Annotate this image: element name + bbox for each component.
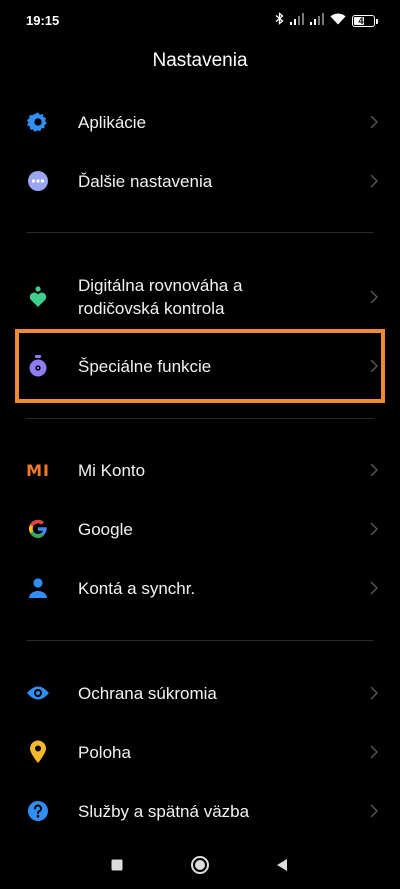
chevron-right-icon bbox=[370, 290, 378, 304]
battery-icon: 48 bbox=[352, 15, 375, 27]
wellbeing-label-line1: Digitálna rovnováha a bbox=[78, 276, 243, 295]
settings-item-apps[interactable]: Aplikácie bbox=[0, 100, 400, 144]
chevron-right-icon bbox=[370, 522, 378, 536]
settings-item-label: Aplikácie bbox=[78, 112, 147, 132]
settings-item-label: Kontá a synchr. bbox=[78, 578, 196, 598]
settings-item-label: Ochrana súkromia bbox=[78, 683, 217, 703]
status-bar: 19:15 48 bbox=[0, 0, 400, 40]
more-dots-icon bbox=[26, 169, 50, 193]
back-button[interactable] bbox=[272, 855, 292, 875]
battery-level: 48 bbox=[358, 16, 369, 26]
eye-icon bbox=[26, 681, 50, 705]
bluetooth-icon bbox=[275, 12, 284, 30]
settings-item-location[interactable]: Poloha bbox=[0, 730, 400, 774]
settings-item-label: Google bbox=[78, 519, 133, 539]
settings-item-more-settings[interactable]: Ďalšie nastavenia bbox=[0, 159, 400, 203]
settings-item-feedback[interactable]: Služby a spätná väzba bbox=[0, 789, 400, 833]
location-pin-icon bbox=[26, 740, 50, 764]
recents-button[interactable] bbox=[107, 855, 127, 875]
wellbeing-icon bbox=[26, 285, 50, 309]
wellbeing-label-line2: rodičovská kontrola bbox=[78, 299, 225, 318]
chevron-right-icon bbox=[370, 463, 378, 477]
home-icon bbox=[191, 856, 209, 874]
section-divider bbox=[26, 232, 374, 233]
signal-icon bbox=[310, 12, 324, 30]
wifi-icon bbox=[330, 12, 346, 30]
chevron-right-icon bbox=[370, 174, 378, 188]
settings-item-google[interactable]: Google bbox=[0, 507, 400, 551]
back-triangle-icon bbox=[277, 859, 287, 871]
settings-item-accessibility[interactable]: Špeciálne funkcie bbox=[0, 344, 400, 388]
settings-item-label: Digitálna rovnováha a rodičovská kontrol… bbox=[78, 274, 360, 320]
section-divider bbox=[26, 640, 374, 641]
settings-item-label: Ďalšie nastavenia bbox=[78, 171, 213, 191]
mi-logo-icon: MI bbox=[26, 458, 50, 482]
page-title: Nastavenia bbox=[152, 50, 248, 71]
settings-item-accounts[interactable]: Kontá a synchr. bbox=[0, 566, 400, 610]
chevron-right-icon bbox=[370, 359, 378, 373]
settings-item-label: Poloha bbox=[78, 742, 131, 762]
battery-tip bbox=[376, 18, 378, 24]
accessibility-icon bbox=[26, 354, 50, 378]
google-logo-icon bbox=[26, 517, 50, 541]
mi-logo-text: MI bbox=[26, 460, 50, 480]
status-icons: 48 bbox=[275, 12, 378, 30]
settings-item-privacy[interactable]: Ochrana súkromia bbox=[0, 671, 400, 715]
person-icon bbox=[26, 576, 50, 600]
section-divider bbox=[26, 418, 374, 419]
status-time: 19:15 bbox=[26, 13, 60, 28]
home-button[interactable] bbox=[190, 855, 210, 875]
recents-icon bbox=[111, 859, 123, 871]
settings-item-label: Mi Konto bbox=[78, 460, 146, 480]
chevron-right-icon bbox=[370, 686, 378, 700]
help-icon bbox=[26, 799, 50, 823]
chevron-right-icon bbox=[370, 581, 378, 595]
chevron-right-icon bbox=[370, 745, 378, 759]
settings-item-mi-account[interactable]: MI Mi Konto bbox=[0, 448, 400, 492]
settings-item-wellbeing[interactable]: Digitálna rovnováha a rodičovská kontrol… bbox=[0, 272, 400, 322]
chevron-right-icon bbox=[370, 115, 378, 129]
gear-icon bbox=[26, 110, 50, 134]
signal-icon bbox=[290, 12, 304, 30]
settings-item-label: Špeciálne funkcie bbox=[78, 356, 212, 376]
chevron-right-icon bbox=[370, 804, 378, 818]
navigation-bar bbox=[0, 839, 400, 889]
settings-item-label: Služby a spätná väzba bbox=[78, 801, 250, 821]
